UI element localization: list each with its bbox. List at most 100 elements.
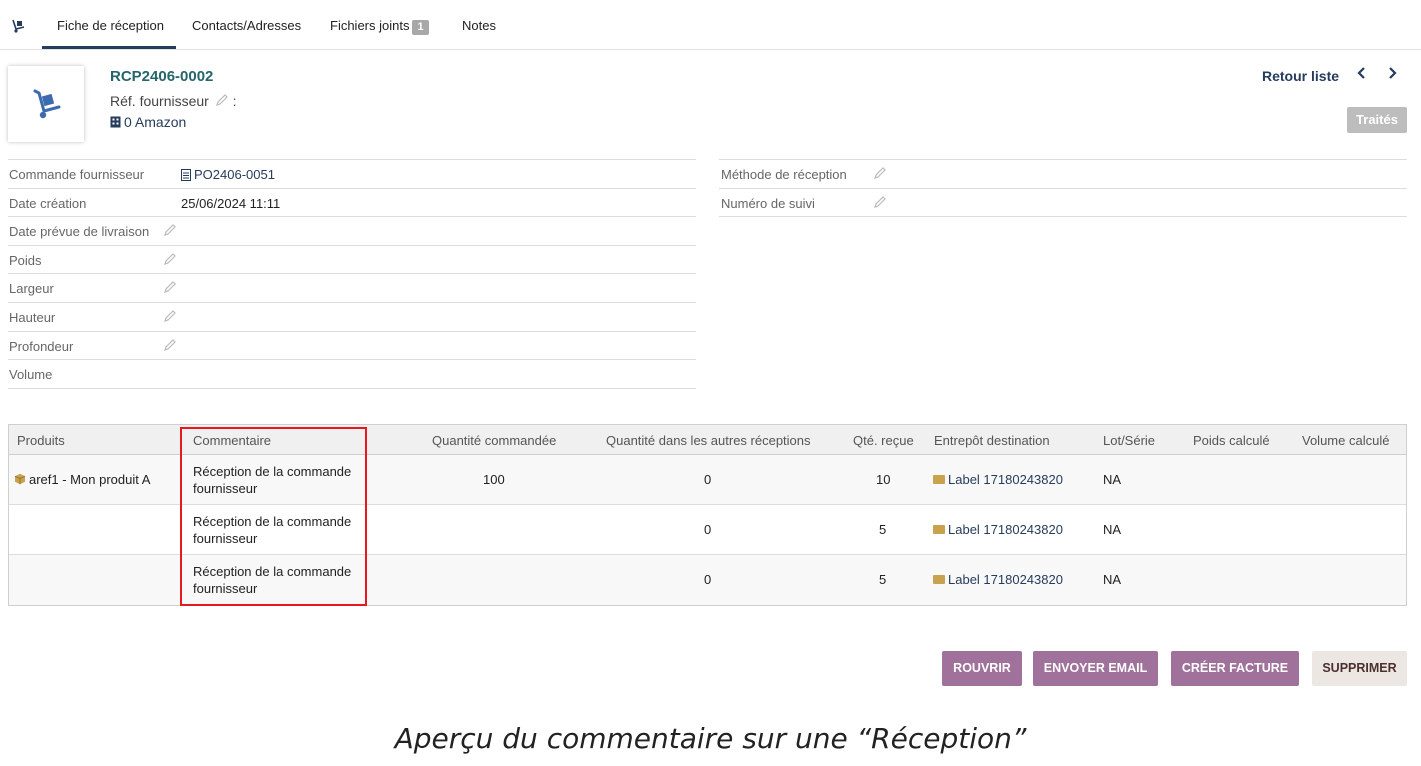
field-row-depth: Profondeur	[8, 332, 696, 361]
reception-logo	[8, 66, 84, 142]
supplier-link[interactable]: 0 Amazon	[110, 114, 186, 130]
creation-date-value: 25/06/2024 11:11	[181, 195, 281, 211]
pencil-icon[interactable]	[163, 223, 177, 237]
field-row-reception-method: Méthode de réception	[719, 160, 1407, 189]
next-record-button[interactable]	[1386, 66, 1398, 85]
qty-other-receptions: 0	[704, 472, 712, 487]
left-fields-table: Commande fournisseur PO2406-0051 Date cr…	[8, 159, 696, 389]
status-badge: Traités	[1347, 107, 1407, 133]
tab-notes[interactable]: Notes	[462, 18, 496, 33]
column-header-warehouse: Entrepôt destination	[934, 433, 1050, 448]
reopen-button[interactable]: ROUVRIR	[942, 651, 1022, 686]
field-row-height: Hauteur	[8, 303, 696, 332]
building-icon	[110, 116, 121, 128]
table-row: aref1 - Mon produit A Réception de la co…	[9, 455, 1406, 505]
table-row: Réception de la commande fournisseur 0 5…	[9, 505, 1406, 555]
supplier-ref-label: Réf. fournisseur	[110, 93, 209, 109]
field-label: Volume	[9, 367, 53, 383]
field-row-delivery-date: Date prévue de livraison	[8, 217, 696, 246]
reception-ref: RCP2406-0002	[110, 68, 214, 85]
field-row-tracking-number: Numéro de suivi	[719, 189, 1407, 218]
previous-record-button[interactable]	[1356, 66, 1368, 85]
pencil-icon[interactable]	[163, 309, 177, 323]
line-comment: Réception de la commande fournisseur	[193, 464, 352, 496]
product-link[interactable]: aref1 - Mon produit A	[14, 472, 150, 487]
dolly-icon	[33, 89, 61, 119]
pencil-icon[interactable]	[163, 338, 177, 352]
line-comment: Réception de la commande fournisseur	[193, 514, 352, 546]
chevron-left-icon	[1357, 67, 1365, 79]
qty-received: 5	[879, 522, 887, 537]
field-label: Date prévue de livraison	[9, 224, 150, 240]
qty-received: 10	[876, 472, 891, 487]
tab-attachments[interactable]: Fichiers joints 1	[330, 18, 429, 35]
warehouse-link[interactable]: Label 17180243820	[933, 572, 1063, 587]
warehouse-label: Label 17180243820	[948, 572, 1063, 587]
field-label: Profondeur	[9, 338, 74, 354]
column-header-qty-ordered: Quantité commandée	[432, 433, 557, 448]
column-header-products: Produits	[17, 433, 65, 448]
lot-value: NA	[1103, 522, 1122, 537]
document-icon	[181, 169, 191, 181]
tab-attachments-label: Fichiers joints	[330, 18, 410, 33]
supplier-order-ref: PO2406-0051	[194, 167, 275, 182]
column-header-qty-other: Quantité dans les autres réceptions	[606, 433, 811, 448]
field-row-width: Largeur	[8, 274, 696, 303]
supplier-ref-suffix: :	[232, 93, 237, 109]
lot-value: NA	[1103, 472, 1122, 487]
warehouse-icon	[933, 475, 945, 484]
lot-value: NA	[1103, 572, 1122, 587]
supplier-order-link[interactable]: PO2406-0051	[181, 167, 275, 182]
field-label: Poids	[9, 252, 42, 268]
send-email-button[interactable]: ENVOYER EMAIL	[1033, 651, 1158, 686]
field-label: Hauteur	[9, 309, 56, 325]
field-label: Largeur	[9, 281, 54, 297]
table-row: Réception de la commande fournisseur 0 5…	[9, 555, 1406, 605]
qty-other-receptions: 0	[704, 572, 712, 587]
field-label: Numéro de suivi	[721, 195, 815, 211]
right-fields-table: Méthode de réception Numéro de suivi	[719, 159, 1407, 218]
attachments-count-badge: 1	[412, 20, 429, 35]
field-label: Date création	[9, 195, 87, 211]
warehouse-icon	[933, 525, 945, 534]
warehouse-link[interactable]: Label 17180243820	[933, 522, 1063, 537]
warehouse-link[interactable]: Label 17180243820	[933, 472, 1063, 487]
reception-lines-table: Produits Commentaire Quantité commandée …	[8, 424, 1407, 606]
qty-ordered: 100	[483, 472, 505, 487]
column-header-lot: Lot/Série	[1103, 433, 1156, 448]
tab-bar: Fiche de réception Contacts/Adresses Fic…	[0, 0, 1421, 50]
create-invoice-button[interactable]: CRÉER FACTURE	[1171, 651, 1299, 686]
qty-received: 5	[879, 572, 887, 587]
delete-button[interactable]: SUPPRIMER	[1312, 651, 1407, 686]
back-to-list-link[interactable]: Retour liste	[1262, 68, 1339, 84]
column-header-weight: Poids calculé	[1193, 433, 1270, 448]
pencil-icon[interactable]	[873, 195, 887, 209]
figure-caption: Aperçu du commentaire sur une “Réception…	[394, 722, 1027, 755]
tab-contacts[interactable]: Contacts/Adresses	[192, 18, 301, 33]
pencil-icon[interactable]	[163, 252, 177, 266]
field-row-supplier-order: Commande fournisseur PO2406-0051	[8, 160, 696, 189]
field-label: Commande fournisseur	[9, 167, 145, 182]
column-header-comment: Commentaire	[193, 433, 272, 448]
pencil-icon[interactable]	[163, 280, 177, 294]
product-label: aref1 - Mon produit A	[29, 472, 151, 487]
table-header: Produits Commentaire Quantité commandée …	[9, 425, 1406, 455]
supplier-name: 0 Amazon	[124, 114, 187, 130]
field-label: Méthode de réception	[721, 167, 847, 182]
active-tab-indicator	[42, 46, 176, 49]
pencil-icon[interactable]	[873, 166, 887, 180]
qty-other-receptions: 0	[704, 522, 712, 537]
warehouse-icon	[933, 575, 945, 584]
field-row-creation-date: Date création 25/06/2024 11:11	[8, 189, 696, 218]
column-header-qty-received: Qté. reçue	[853, 433, 914, 448]
tab-reception-card[interactable]: Fiche de réception	[57, 18, 164, 33]
column-header-volume: Volume calculé	[1302, 433, 1390, 448]
field-row-volume: Volume	[8, 360, 696, 389]
warehouse-label: Label 17180243820	[948, 472, 1063, 487]
box-icon	[14, 473, 26, 485]
chevron-right-icon	[1389, 67, 1397, 79]
field-row-weight: Poids	[8, 246, 696, 275]
dolly-icon[interactable]	[10, 18, 26, 34]
line-comment: Réception de la commande fournisseur	[193, 564, 352, 596]
pencil-icon[interactable]	[215, 93, 229, 107]
